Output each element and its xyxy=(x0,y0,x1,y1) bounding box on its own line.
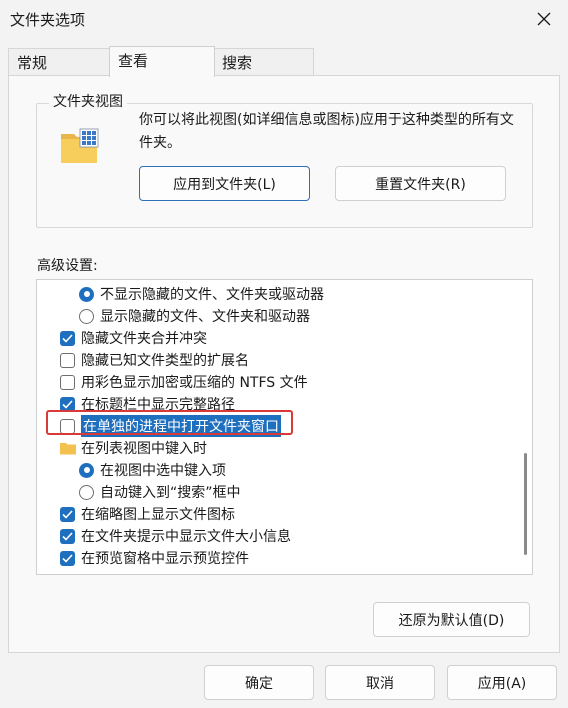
list-item[interactable]: 不显示隐藏的文件、文件夹或驱动器 xyxy=(79,283,324,305)
list-item-label: 在文件夹提示中显示文件大小信息 xyxy=(81,529,291,545)
folder-view-description: 你可以将此视图(如详细信息或图标)应用于这种类型的所有文件夹。 xyxy=(139,112,514,151)
list-item-label: 在缩略图上显示文件图标 xyxy=(81,507,235,523)
checkbox-checked[interactable] xyxy=(60,528,75,544)
list-item[interactable]: 用彩色显示加密或压缩的 NTFS 文件 xyxy=(60,371,308,393)
list-item-label: 用彩色显示加密或压缩的 NTFS 文件 xyxy=(81,375,308,391)
list-scrollbar[interactable] xyxy=(522,282,530,572)
checkmark-icon xyxy=(62,553,73,563)
advanced-settings-label: 高级设置: xyxy=(37,258,98,274)
reset-folders-button[interactable]: 重置文件夹(R) xyxy=(335,166,506,201)
list-item-label: 在标题栏中显示完整路径 xyxy=(81,397,235,413)
checkbox-checked[interactable] xyxy=(60,330,75,346)
list-item[interactable]: 在文件夹提示中显示文件大小信息 xyxy=(60,525,291,547)
window-title: 文件夹选项 xyxy=(10,11,86,29)
tab-view[interactable]: 查看 xyxy=(109,46,215,77)
list-item[interactable]: 在预览窗格中显示预览控件 xyxy=(60,547,249,569)
list-item[interactable]: 显示隐藏的文件、文件夹和驱动器 xyxy=(79,305,310,327)
checkmark-icon xyxy=(62,399,73,409)
tab-search[interactable]: 搜索 xyxy=(213,48,314,76)
cancel-button[interactable]: 取消 xyxy=(325,665,435,700)
list-item-label: 不显示隐藏的文件、文件夹或驱动器 xyxy=(100,287,324,303)
checkbox-unchecked[interactable] xyxy=(60,374,75,390)
list-item[interactable]: 在标题栏中显示完整路径 xyxy=(60,393,235,415)
radio-unselected[interactable] xyxy=(79,484,94,500)
close-icon xyxy=(537,12,551,26)
list-item-selected[interactable]: 在单独的进程中打开文件夹窗口 xyxy=(60,415,281,437)
ok-button[interactable]: 确定 xyxy=(204,665,314,700)
checkbox-checked[interactable] xyxy=(60,506,75,522)
close-button[interactable] xyxy=(528,4,560,34)
checkbox-checked[interactable] xyxy=(60,550,75,566)
list-item-label: 隐藏文件夹合并冲突 xyxy=(81,331,207,347)
radio-selected[interactable] xyxy=(79,462,94,478)
list-item-label: 在视图中选中键入项 xyxy=(100,463,226,479)
radio-unselected[interactable] xyxy=(79,308,94,324)
list-item-label: 在单独的进程中打开文件夹窗口 xyxy=(81,415,281,437)
list-item[interactable]: 自动键入到“搜索”框中 xyxy=(79,481,241,503)
list-item-label: 隐藏已知文件类型的扩展名 xyxy=(81,353,249,369)
scrollbar-thumb[interactable] xyxy=(524,453,527,555)
checkbox-unchecked[interactable] xyxy=(60,352,75,368)
list-item-label: 在列表视图中键入时 xyxy=(81,441,207,457)
list-item-label: 在预览窗格中显示预览控件 xyxy=(81,551,249,567)
list-item[interactable]: 在视图中选中键入项 xyxy=(79,459,226,481)
restore-defaults-button[interactable]: 还原为默认值(D) xyxy=(373,602,530,637)
folder-view-title: 文件夹视图 xyxy=(49,91,127,111)
list-item[interactable]: 隐藏文件夹合并冲突 xyxy=(60,327,207,349)
checkmark-icon xyxy=(62,509,73,519)
advanced-settings-list[interactable]: 不显示隐藏的文件、文件夹或驱动器 显示隐藏的文件、文件夹和驱动器 隐藏文件夹合并… xyxy=(36,279,533,575)
checkmark-icon xyxy=(62,333,73,343)
list-item[interactable]: 隐藏已知文件类型的扩展名 xyxy=(60,349,249,371)
tab-general[interactable]: 常规 xyxy=(8,48,111,76)
folder-icon xyxy=(60,443,76,455)
list-item[interactable]: 在缩略图上显示文件图标 xyxy=(60,503,235,525)
radio-selected[interactable] xyxy=(79,286,94,302)
tab-bar: 常规 查看 搜索 xyxy=(8,46,560,77)
folder-view-icon xyxy=(61,128,99,163)
checkbox-unchecked[interactable] xyxy=(60,418,75,434)
view-tab-panel: 文件夹视图 你可以将此视图(如详细信息或图标)应用于这种类型的所有文件夹。 应用… xyxy=(8,75,560,653)
list-item-label: 显示隐藏的文件、文件夹和驱动器 xyxy=(100,309,310,325)
list-item-group: 在列表视图中键入时 xyxy=(60,437,207,459)
title-bar: 文件夹选项 xyxy=(0,0,568,40)
apply-button[interactable]: 应用(A) xyxy=(447,665,557,700)
checkbox-checked[interactable] xyxy=(60,396,75,412)
apply-to-folders-button[interactable]: 应用到文件夹(L) xyxy=(139,166,310,201)
list-item-label: 自动键入到“搜索”框中 xyxy=(100,485,241,501)
checkmark-icon xyxy=(62,531,73,541)
